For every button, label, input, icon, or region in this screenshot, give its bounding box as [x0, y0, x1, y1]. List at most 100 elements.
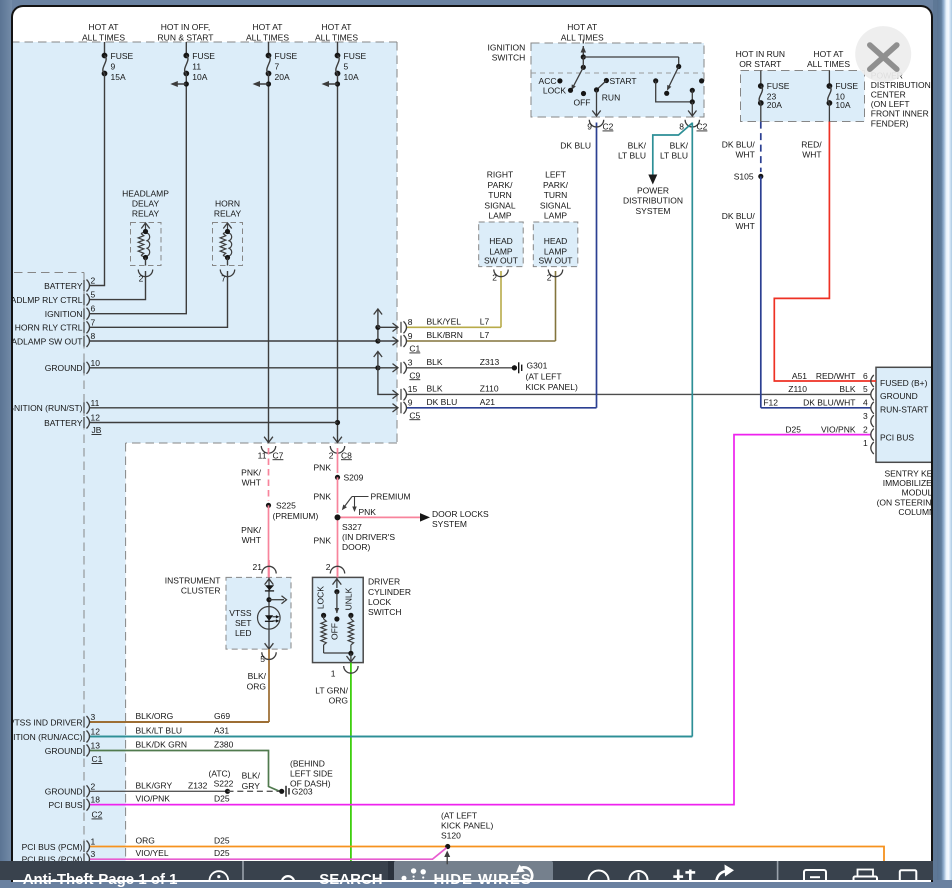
- svg-text:SWITCH: SWITCH: [368, 607, 402, 617]
- svg-text:HEADLAMP: HEADLAMP: [122, 188, 169, 198]
- svg-text:FUSE: FUSE: [835, 81, 858, 91]
- svg-text:2: 2: [328, 450, 333, 460]
- svg-text:WHT: WHT: [241, 477, 260, 487]
- svg-text:KICK PANEL): KICK PANEL): [525, 382, 577, 392]
- svg-text:PNK/: PNK/: [241, 525, 261, 535]
- svg-text:4: 4: [863, 397, 868, 407]
- svg-text:BLK/: BLK/: [627, 140, 646, 150]
- svg-text:RELAY: RELAY: [131, 208, 159, 218]
- svg-text:(PREMIUM): (PREMIUM): [272, 510, 318, 520]
- svg-text:DK BLU/WHT: DK BLU/WHT: [803, 397, 855, 407]
- svg-text:8: 8: [407, 317, 412, 327]
- svg-text:VIO/YEL: VIO/YEL: [135, 848, 168, 858]
- svg-text:2: 2: [90, 781, 95, 791]
- svg-text:C2: C2: [696, 121, 707, 131]
- svg-text:DISTRIBUTION: DISTRIBUTION: [870, 79, 930, 89]
- svg-text:PREMIUM: PREMIUM: [370, 491, 410, 501]
- svg-text:DK BLU: DK BLU: [560, 140, 591, 150]
- svg-text:HOT AT: HOT AT: [88, 22, 118, 32]
- svg-text:18: 18: [90, 794, 100, 804]
- svg-text:C1: C1: [91, 754, 102, 764]
- svg-text:Z132: Z132: [188, 780, 208, 790]
- svg-text:GRY: GRY: [241, 780, 260, 790]
- svg-text:2: 2: [546, 272, 551, 282]
- svg-text:OF DASH): OF DASH): [290, 778, 331, 788]
- svg-text:G301: G301: [526, 360, 547, 370]
- svg-text:12: 12: [90, 412, 100, 422]
- svg-text:BLK/BRN: BLK/BRN: [426, 330, 462, 340]
- svg-text:VTSS: VTSS: [229, 608, 252, 618]
- svg-text:UNLK: UNLK: [343, 587, 353, 610]
- svg-text:DOOR LOCKS: DOOR LOCKS: [432, 509, 489, 519]
- svg-text:2: 2: [90, 275, 95, 285]
- svg-text:BLK/: BLK/: [247, 671, 266, 681]
- svg-text:GROUND: GROUND: [44, 745, 82, 755]
- svg-text:1: 1: [90, 836, 95, 846]
- svg-text:10A: 10A: [835, 100, 850, 110]
- svg-text:PNK: PNK: [313, 491, 331, 501]
- svg-text:D25: D25: [214, 793, 230, 803]
- svg-text:BLK/YEL: BLK/YEL: [426, 316, 461, 326]
- svg-text:LED: LED: [234, 628, 251, 638]
- svg-text:HORN RLY CTRL: HORN RLY CTRL: [14, 322, 82, 332]
- svg-text:FUSE: FUSE: [274, 51, 297, 61]
- svg-text:GROUND: GROUND: [880, 391, 918, 401]
- svg-text:ORG: ORG: [246, 681, 265, 691]
- svg-text:ALL TIMES: ALL TIMES: [82, 32, 125, 42]
- svg-text:RELAY: RELAY: [213, 208, 241, 218]
- svg-text:IGNITION (RUN/ST): IGNITION (RUN/ST): [11, 403, 82, 413]
- svg-text:FUSE: FUSE: [192, 51, 215, 61]
- svg-text:SENTRY KEY: SENTRY KEY: [884, 468, 933, 478]
- svg-text:10A: 10A: [192, 72, 207, 82]
- svg-text:1: 1: [863, 437, 868, 447]
- svg-text:(ON STEERING: (ON STEERING: [876, 497, 932, 507]
- svg-text:PNK: PNK: [358, 506, 376, 516]
- svg-text:LOCK: LOCK: [542, 85, 565, 95]
- svg-text:PNK: PNK: [313, 462, 331, 472]
- svg-text:BLK/: BLK/: [669, 140, 688, 150]
- svg-text:11: 11: [90, 397, 99, 407]
- svg-text:8: 8: [90, 331, 95, 341]
- svg-text:ALL TIMES: ALL TIMES: [246, 32, 289, 42]
- svg-text:WHT: WHT: [241, 535, 260, 545]
- svg-text:S120: S120: [441, 830, 461, 840]
- svg-text:RUN-START: RUN-START: [880, 404, 928, 414]
- svg-text:SIGNAL: SIGNAL: [484, 200, 515, 210]
- svg-text:BLK/: BLK/: [241, 770, 260, 780]
- svg-text:SYSTEM: SYSTEM: [432, 519, 467, 529]
- svg-text:11: 11: [192, 61, 201, 71]
- svg-text:13: 13: [90, 740, 100, 750]
- svg-text:FUSE: FUSE: [343, 51, 366, 61]
- svg-text:RIGHT: RIGHT: [486, 169, 512, 179]
- svg-text:LOCK: LOCK: [315, 585, 325, 608]
- svg-text:S327: S327: [342, 522, 362, 532]
- svg-text:POWER: POWER: [636, 185, 668, 195]
- svg-text:SWITCH: SWITCH: [491, 52, 525, 62]
- svg-text:WHT: WHT: [735, 221, 754, 231]
- svg-text:BATTERY: BATTERY: [44, 417, 83, 427]
- svg-text:7: 7: [221, 273, 226, 283]
- svg-text:VTSS IND DRIVER: VTSS IND DRIVER: [11, 717, 82, 727]
- svg-text:15: 15: [407, 384, 417, 394]
- svg-text:DISTRIBUTION: DISTRIBUTION: [623, 195, 683, 205]
- svg-text:BLK/ORG: BLK/ORG: [135, 711, 173, 721]
- svg-text:SIGNAL: SIGNAL: [539, 200, 570, 210]
- svg-text:ALL TIMES: ALL TIMES: [560, 32, 603, 42]
- svg-text:G69: G69: [214, 711, 230, 721]
- svg-text:RUN: RUN: [601, 92, 619, 102]
- svg-text:9: 9: [587, 121, 592, 131]
- svg-text:OR START: OR START: [739, 59, 781, 69]
- svg-text:SW OUT: SW OUT: [538, 255, 572, 265]
- svg-text:2: 2: [863, 424, 868, 434]
- svg-text:HOT AT: HOT AT: [321, 22, 351, 32]
- svg-text:HEAD: HEAD: [543, 236, 567, 246]
- svg-text:C5: C5: [409, 410, 420, 420]
- svg-text:TURN: TURN: [543, 190, 567, 200]
- svg-text:KICK PANEL): KICK PANEL): [441, 820, 493, 830]
- svg-text:10: 10: [90, 357, 100, 367]
- svg-text:LAMP: LAMP: [543, 210, 566, 220]
- svg-text:PCI BUS (PCM): PCI BUS (PCM): [21, 841, 82, 851]
- svg-text:DK BLU: DK BLU: [426, 397, 457, 407]
- svg-text:START: START: [609, 76, 636, 86]
- svg-text:BLK: BLK: [426, 357, 442, 367]
